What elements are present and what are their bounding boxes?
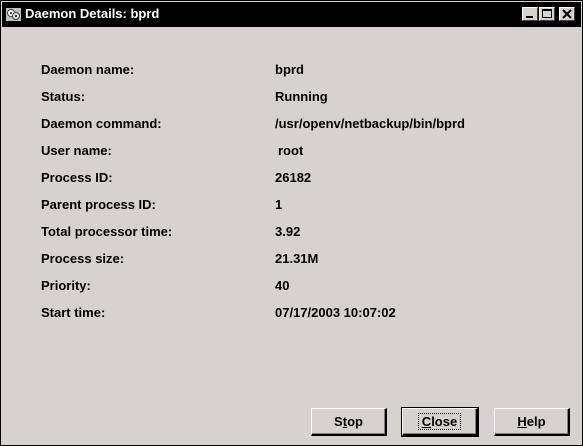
detail-value: 07/17/2003 10:07:02 xyxy=(275,305,396,320)
close-mnemonic: C xyxy=(421,414,432,429)
detail-label: User name: xyxy=(41,143,112,158)
window-title: Daemon Details: bprd xyxy=(25,6,160,21)
daemon-details-window: Daemon Details: bprd Daemon name: bprd S… xyxy=(0,0,583,446)
daemon-app-icon[interactable] xyxy=(5,6,22,23)
detail-value: 26182 xyxy=(275,170,312,185)
stop-button-label: Stop xyxy=(334,414,363,429)
close-window-button[interactable] xyxy=(559,7,575,21)
detail-label: Parent process ID: xyxy=(41,197,156,212)
help-button-label: Help xyxy=(517,414,545,429)
detail-value: root xyxy=(278,143,304,158)
minimize-icon xyxy=(526,16,533,18)
detail-value: Running xyxy=(275,89,328,104)
stop-label-pre: S xyxy=(334,414,343,429)
detail-label: Priority: xyxy=(41,278,91,293)
maximize-icon xyxy=(542,9,552,18)
detail-label: Start time: xyxy=(41,305,106,320)
close-button-label: Close xyxy=(417,413,462,430)
stop-button[interactable]: Stop xyxy=(311,408,387,436)
stop-label-post: op xyxy=(347,414,363,429)
detail-value: 1 xyxy=(275,197,283,212)
detail-value: /usr/openv/netbackup/bin/bprd xyxy=(275,116,465,131)
detail-label: Total processor time: xyxy=(41,224,173,239)
detail-value: 3.92 xyxy=(275,224,301,239)
close-label-post: lose xyxy=(431,414,458,429)
minimize-button[interactable] xyxy=(522,7,538,21)
close-icon xyxy=(562,9,572,19)
help-button[interactable]: Help xyxy=(494,408,570,436)
detail-label: Daemon name: xyxy=(41,62,135,77)
detail-value: 40 xyxy=(275,278,290,293)
detail-value: bprd xyxy=(275,62,304,77)
detail-label: Process ID: xyxy=(41,170,113,185)
help-label-post: elp xyxy=(526,414,546,429)
title-bar[interactable]: Daemon Details: bprd xyxy=(2,2,581,27)
detail-label: Process size: xyxy=(41,251,125,266)
detail-label: Status: xyxy=(41,89,86,104)
detail-value: 21.31M xyxy=(275,251,319,266)
help-mnemonic: H xyxy=(517,414,527,429)
detail-label: Daemon command: xyxy=(41,116,162,131)
maximize-button[interactable] xyxy=(539,7,555,21)
close-button[interactable]: Close xyxy=(401,407,479,437)
